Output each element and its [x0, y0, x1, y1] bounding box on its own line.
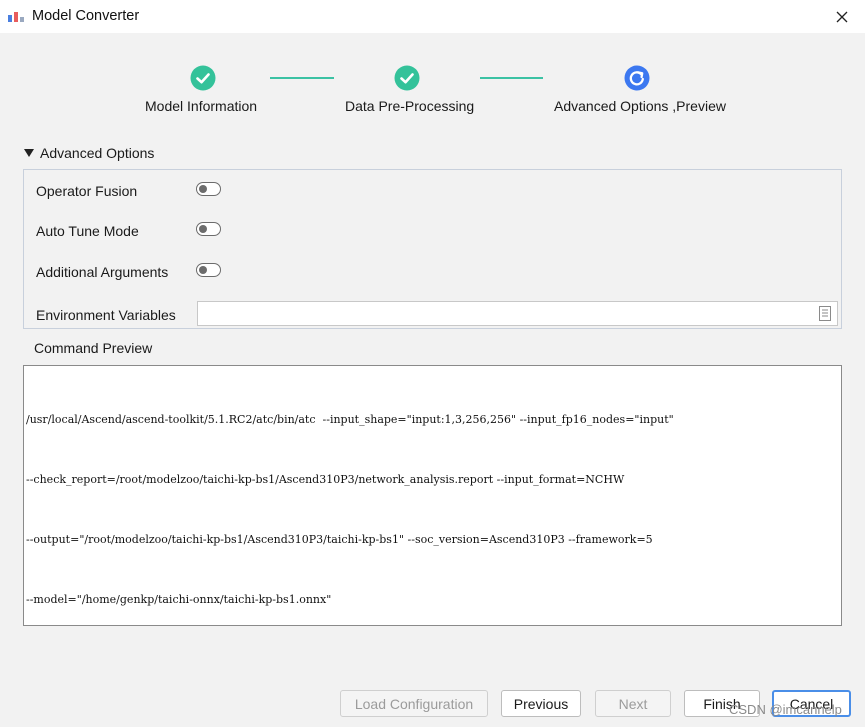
- additional-arguments-switch[interactable]: [196, 263, 221, 277]
- app-icon: [8, 12, 24, 22]
- operator-fusion-switch[interactable]: [196, 182, 221, 196]
- step-label-data-pre-processing: Data Pre-Processing: [345, 98, 475, 114]
- command-preview-label: Command Preview: [34, 340, 153, 356]
- advanced-options-title: Advanced Options: [40, 145, 155, 161]
- command-line: --output="/root/modelzoo/taichi-kp-bs1/A…: [26, 533, 653, 546]
- command-preview-text: /usr/local/Ascend/ascend-toolkit/5.1.RC2…: [26, 370, 836, 650]
- step-connector: [270, 77, 334, 79]
- watermark: CSDN @imcannelp: [729, 702, 842, 717]
- step-label-advanced-options-preview: Advanced Options ,Preview: [554, 98, 726, 114]
- command-line: --check_report=/root/modelzoo/taichi-kp-…: [26, 473, 625, 486]
- step-in-progress-icon: [624, 65, 650, 91]
- auto-tune-mode-switch[interactable]: [196, 222, 221, 236]
- expand-triangle-icon: [24, 149, 34, 157]
- step-connector: [480, 77, 543, 79]
- environment-variables-label: Environment Variables: [36, 307, 176, 323]
- additional-arguments-label: Additional Arguments: [36, 264, 169, 280]
- close-icon: [836, 11, 848, 23]
- step-complete-check-icon: [394, 65, 420, 91]
- operator-fusion-label: Operator Fusion: [36, 183, 138, 199]
- switch-knob: [199, 225, 207, 233]
- previous-button[interactable]: Previous: [501, 690, 581, 717]
- title-bar: Model Converter: [0, 0, 865, 33]
- switch-knob: [199, 266, 207, 274]
- advanced-options-toggle[interactable]: Advanced Options: [24, 144, 154, 162]
- command-preview-box[interactable]: /usr/local/Ascend/ascend-toolkit/5.1.RC2…: [23, 365, 842, 626]
- step-complete-check-icon: [190, 65, 216, 91]
- window-title: Model Converter: [32, 8, 140, 24]
- close-button[interactable]: [831, 6, 853, 28]
- auto-tune-mode-label: Auto Tune Mode: [36, 223, 139, 239]
- edit-list-icon[interactable]: [819, 306, 831, 321]
- load-configuration-button[interactable]: Load Configuration: [340, 690, 488, 717]
- next-button[interactable]: Next: [595, 690, 671, 717]
- command-line: /usr/local/Ascend/ascend-toolkit/5.1.RC2…: [26, 413, 674, 426]
- environment-variables-field[interactable]: [197, 301, 838, 326]
- step-label-model-information: Model Information: [145, 98, 258, 114]
- command-line: --model="/home/genkp/taichi-onnx/taichi-…: [26, 593, 332, 606]
- advanced-options-panel: Operator Fusion Auto Tune Mode Additiona…: [23, 169, 842, 329]
- switch-knob: [199, 185, 207, 193]
